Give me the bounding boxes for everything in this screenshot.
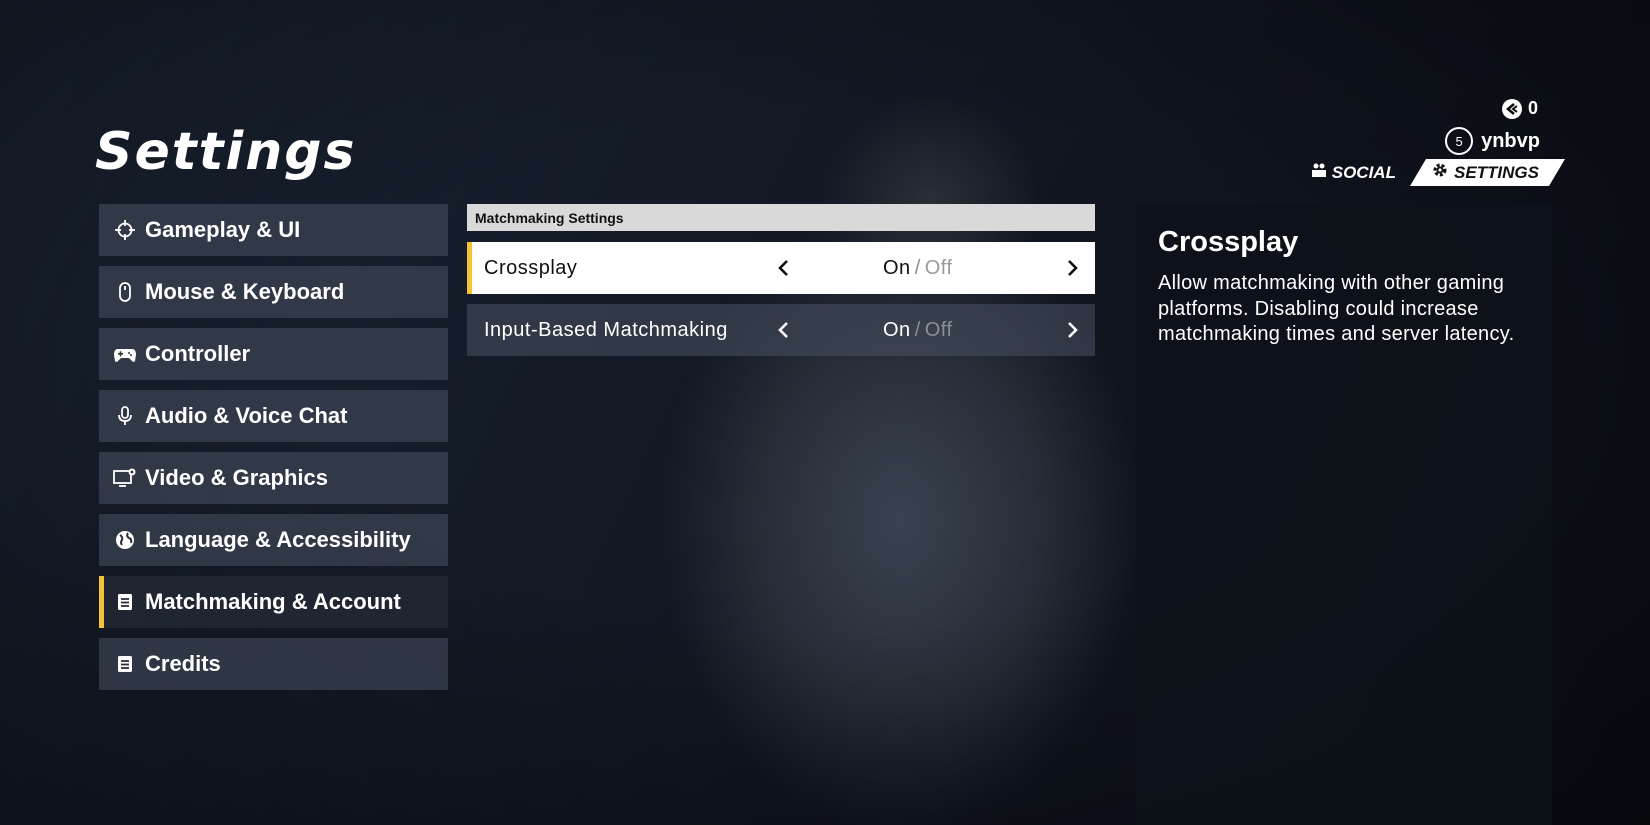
sidebar-item-label: Mouse & Keyboard <box>145 279 345 304</box>
setting-row-crossplay[interactable]: Crossplay On / Off <box>467 242 1095 294</box>
toggle-value: On / Off <box>883 319 953 342</box>
user-level-badge: 5 <box>1445 127 1474 155</box>
sidebar-item-label: Audio & Voice Chat <box>145 403 348 428</box>
social-tab[interactable]: SOCIAL <box>1303 162 1404 183</box>
sidebar-item-gameplay[interactable]: Gameplay & UI <box>99 204 448 256</box>
sidebar-item-matchmaking-account[interactable]: Matchmaking & Account <box>99 576 448 628</box>
chevron-right-icon[interactable] <box>1057 253 1087 283</box>
settings-tab[interactable]: SETTINGS <box>1410 159 1565 186</box>
social-tab-label: SOCIAL <box>1331 162 1396 182</box>
setting-description-panel: Crossplay Allow matchmaking with other g… <box>1136 204 1552 825</box>
toggle-separator: / <box>914 318 921 341</box>
page-title: Settings <box>95 122 357 182</box>
setting-label: Input-Based Matchmaking <box>484 318 728 341</box>
section-header: Matchmaking Settings <box>467 204 1095 231</box>
user-profile[interactable]: 5 ynbvp <box>1445 127 1540 155</box>
description-title: Crossplay <box>1158 226 1299 258</box>
settings-tab-label: SETTINGS <box>1453 162 1539 182</box>
microphone-icon <box>113 404 137 428</box>
settings-category-list: Gameplay & UI Mouse & Keyboard Controlle… <box>99 204 448 700</box>
document-icon <box>113 590 137 614</box>
top-nav: SOCIAL SETTINGS <box>1303 159 1565 186</box>
globe-icon <box>113 528 137 552</box>
toggle-off-option: Off <box>924 256 953 279</box>
toggle-on-option: On <box>883 318 911 341</box>
crosshair-icon <box>113 218 137 242</box>
sidebar-item-mouse-keyboard[interactable]: Mouse & Keyboard <box>99 266 448 318</box>
sidebar-item-language-accessibility[interactable]: Language & Accessibility <box>99 514 448 566</box>
sidebar-item-video-graphics[interactable]: Video & Graphics <box>99 452 448 504</box>
sidebar-item-label: Language & Accessibility <box>145 527 411 552</box>
chevron-right-icon[interactable] <box>1057 315 1087 345</box>
currency-value: 0 <box>1527 98 1538 118</box>
chevron-left-icon[interactable] <box>769 315 799 345</box>
sidebar-item-label: Credits <box>145 651 221 676</box>
gamepad-icon <box>113 342 137 366</box>
toggle-separator: / <box>914 256 921 279</box>
sidebar-item-controller[interactable]: Controller <box>99 328 448 380</box>
mouse-icon <box>113 280 137 304</box>
sidebar-item-audio-voice[interactable]: Audio & Voice Chat <box>99 390 448 442</box>
sidebar-item-label: Video & Graphics <box>145 465 328 490</box>
description-text: Allow matchmaking with other gaming plat… <box>1158 272 1515 345</box>
toggle-off-option: Off <box>924 318 953 341</box>
document-icon <box>113 652 137 676</box>
currency-display: 0 <box>1501 98 1538 119</box>
setting-row-input-based-matchmaking[interactable]: Input-Based Matchmaking On / Off <box>467 304 1095 356</box>
chevron-left-icon[interactable] <box>769 253 799 283</box>
sidebar-item-label: Matchmaking & Account <box>145 589 401 614</box>
social-icon <box>1311 162 1327 183</box>
sidebar-item-label: Controller <box>145 341 251 366</box>
toggle-value: On / Off <box>883 257 953 280</box>
monitor-gear-icon <box>113 466 137 490</box>
currency-coin-icon <box>1501 98 1522 119</box>
sidebar-item-credits[interactable]: Credits <box>99 638 448 690</box>
sidebar-item-label: Gameplay & UI <box>145 217 301 242</box>
toggle-on-option: On <box>883 256 911 279</box>
gear-icon <box>1432 162 1448 183</box>
setting-label: Crossplay <box>484 256 578 279</box>
username: ynbvp <box>1481 129 1540 152</box>
